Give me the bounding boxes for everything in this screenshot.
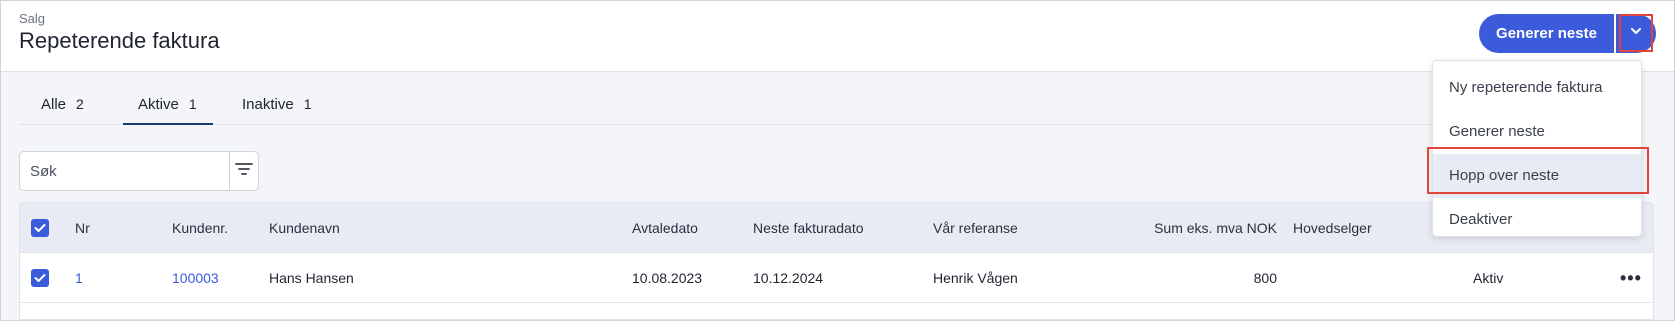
filter-icon bbox=[235, 162, 253, 181]
search-input[interactable] bbox=[20, 152, 229, 190]
tab-inaktive[interactable]: Inaktive 1 bbox=[242, 88, 312, 125]
menu-item-highlight bbox=[1427, 147, 1649, 194]
tab-count: 1 bbox=[188, 96, 197, 112]
app-window: Salg Repeterende faktura Generer neste A… bbox=[0, 0, 1675, 321]
page-title: Repeterende faktura bbox=[19, 28, 220, 53]
column-header-nr[interactable]: Nr bbox=[75, 203, 90, 253]
tab-label: Inaktive bbox=[242, 96, 294, 113]
column-header-avtaledato[interactable]: Avtaledato bbox=[632, 203, 698, 253]
cell-var-referanse: Henrik Vågen bbox=[933, 270, 1018, 286]
cell-nr-link[interactable]: 1 bbox=[75, 253, 83, 303]
cell-neste-fakturadato: 10.12.2024 bbox=[753, 270, 824, 286]
column-header-hovedselger[interactable]: Hovedselger bbox=[1293, 203, 1372, 253]
table-row[interactable]: 1 100003 Hans Hansen 10.08.2023 10.12.20… bbox=[20, 253, 1653, 303]
column-header-neste-fakturadato[interactable]: Neste fakturadato bbox=[753, 203, 864, 253]
cell-sum: 800 bbox=[1253, 270, 1277, 286]
row-select-checkbox[interactable] bbox=[31, 269, 49, 287]
search-box bbox=[19, 151, 259, 191]
more-horizontal-icon[interactable]: ••• bbox=[1620, 253, 1642, 303]
tab-alle[interactable]: Alle 2 bbox=[41, 88, 84, 125]
breadcrumb[interactable]: Salg bbox=[19, 11, 45, 26]
tab-label: Alle bbox=[41, 96, 67, 113]
dropdown-button-highlight bbox=[1619, 14, 1653, 52]
column-header-kundenavn[interactable]: Kundenavn bbox=[269, 203, 340, 253]
status-tabs: Alle 2 Aktive 1 Inaktive 1 bbox=[19, 88, 1439, 125]
column-header-kundenr[interactable]: Kundenr. bbox=[172, 203, 228, 253]
tab-label: Aktive bbox=[138, 96, 179, 113]
invoice-table: Nr Kundenr. Kundenavn Avtaledato Neste f… bbox=[19, 202, 1654, 320]
tab-aktive[interactable]: Aktive 1 bbox=[123, 88, 213, 125]
cell-kundenavn: Hans Hansen bbox=[269, 270, 354, 286]
cell-avtaledato: 10.08.2023 bbox=[632, 270, 703, 286]
filter-button[interactable] bbox=[229, 152, 258, 190]
cell-status: Aktiv bbox=[1473, 270, 1504, 286]
column-header-sum[interactable]: Sum eks. mva NOK bbox=[1120, 203, 1277, 253]
generate-next-button[interactable]: Generer neste bbox=[1479, 14, 1614, 53]
cell-kundenr-link[interactable]: 100003 bbox=[172, 253, 219, 303]
tab-count: 2 bbox=[76, 96, 84, 112]
menu-item-deactivate[interactable]: Deaktiver bbox=[1433, 198, 1641, 242]
column-header-var-referanse[interactable]: Vår referanse bbox=[933, 203, 1018, 253]
menu-item-new-recurring-invoice[interactable]: Ny repeterende faktura bbox=[1433, 66, 1641, 110]
select-all-checkbox[interactable] bbox=[31, 219, 49, 237]
page-header: Salg Repeterende faktura Generer neste bbox=[1, 1, 1674, 72]
table-header-row: Nr Kundenr. Kundenavn Avtaledato Neste f… bbox=[20, 203, 1653, 253]
tab-count: 1 bbox=[303, 96, 312, 112]
